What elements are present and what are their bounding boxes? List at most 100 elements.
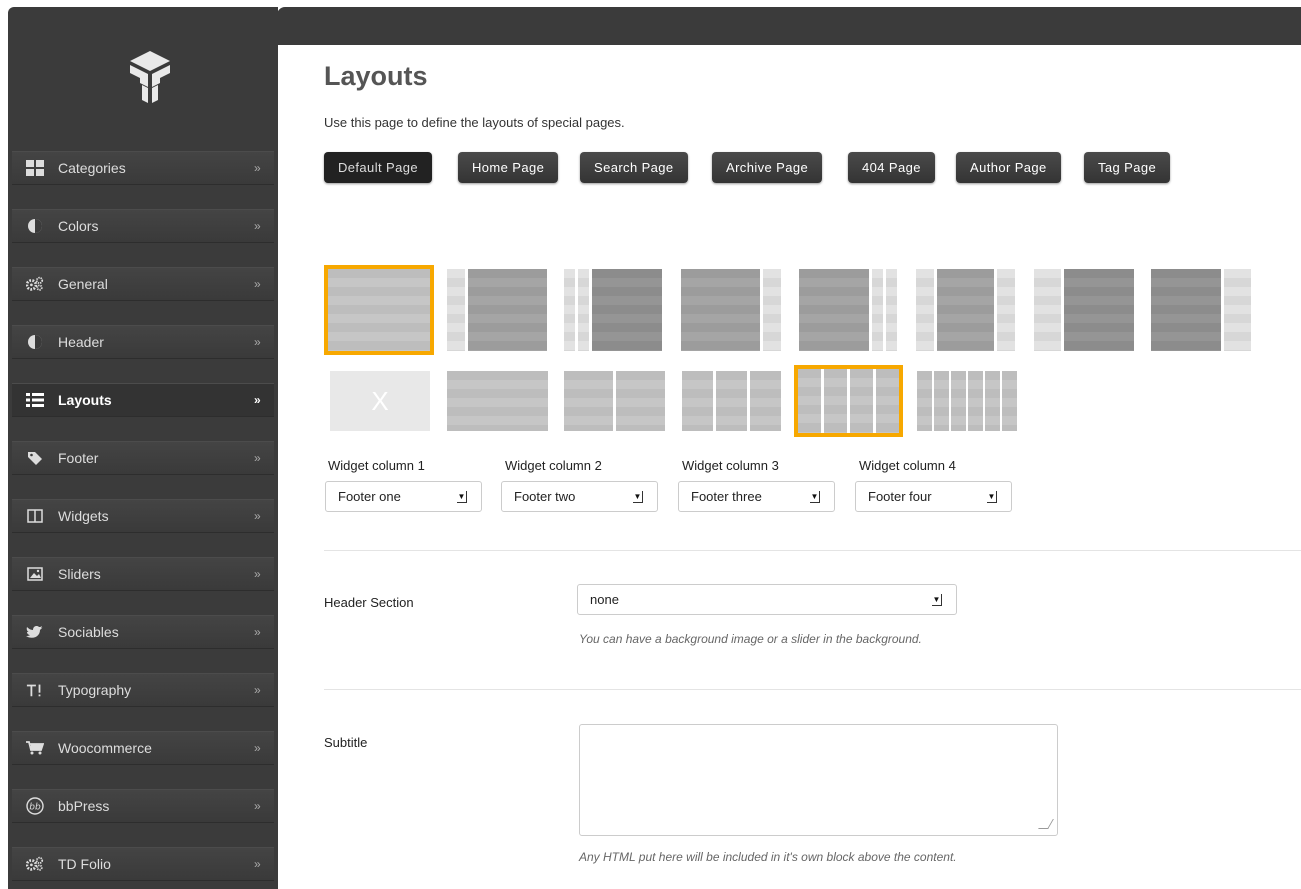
chevron-right-icon: » bbox=[254, 857, 261, 871]
sidebar-item-header[interactable]: Header » bbox=[12, 325, 274, 359]
layout-column bbox=[1002, 371, 1017, 431]
layout-option-both-sidebars[interactable] bbox=[916, 269, 1015, 351]
layout-column bbox=[468, 269, 547, 351]
layout-column bbox=[328, 269, 430, 351]
sidebar-item-label: Header bbox=[58, 334, 104, 350]
tab-default-page[interactable]: Default Page bbox=[324, 152, 432, 183]
layout-column bbox=[564, 371, 613, 431]
header-section-label: Header Section bbox=[324, 595, 414, 610]
layout-option-two-right-sidebars[interactable] bbox=[799, 269, 897, 351]
sidebar-item-label: TD Folio bbox=[58, 856, 111, 872]
layout-option-right-wide-sidebar[interactable] bbox=[1151, 269, 1251, 351]
chevron-right-icon: » bbox=[254, 683, 261, 697]
widget-column-3-select[interactable]: Footer three ▼ bbox=[678, 481, 835, 512]
sidebar-item-label: Colors bbox=[58, 218, 99, 234]
select-value: Footer three bbox=[691, 489, 762, 504]
text-icon bbox=[26, 681, 44, 699]
main-panel: Layouts Use this page to define the layo… bbox=[298, 45, 1301, 889]
contrast-icon bbox=[26, 217, 44, 235]
layout-option-left-wide-sidebar[interactable] bbox=[1034, 269, 1134, 351]
active-pointer bbox=[286, 392, 298, 414]
layout-column bbox=[447, 269, 465, 351]
bird-icon bbox=[26, 623, 44, 641]
layout-column bbox=[997, 269, 1015, 351]
sidebar-item-sliders[interactable]: Sliders » bbox=[12, 557, 274, 591]
sidebar-item-label: Footer bbox=[58, 450, 99, 466]
sidebar-item-woocommerce[interactable]: Woocommerce » bbox=[12, 731, 274, 765]
sidebar-item-bbpress[interactable]: bb bbPress » bbox=[12, 789, 274, 823]
sidebar-item-footer[interactable]: Footer » bbox=[12, 441, 274, 475]
layout-column bbox=[592, 269, 662, 351]
dropdown-arrow-icon: ▼ bbox=[932, 594, 942, 606]
subtitle-textarea[interactable] bbox=[579, 724, 1058, 836]
subtitle-hint: Any HTML put here will be included in it… bbox=[579, 850, 957, 864]
widget-column-1-select[interactable]: Footer one ▼ bbox=[325, 481, 482, 512]
chevron-right-icon: » bbox=[254, 509, 261, 523]
tab-home-page[interactable]: Home Page bbox=[458, 152, 559, 183]
select-value: none bbox=[590, 592, 619, 607]
chevron-right-icon: » bbox=[254, 451, 261, 465]
dropdown-arrow-icon: ▼ bbox=[633, 491, 643, 503]
layout-option-two-left-sidebars[interactable] bbox=[564, 269, 662, 351]
tab-archive-page[interactable]: Archive Page bbox=[712, 152, 823, 183]
header-section-select[interactable]: none ▼ bbox=[577, 584, 957, 615]
chevron-right-icon: » bbox=[254, 567, 261, 581]
dropdown-arrow-icon: ▼ bbox=[457, 491, 467, 503]
chevron-right-icon: » bbox=[254, 799, 261, 813]
sidebar-item-sociables[interactable]: Sociables » bbox=[12, 615, 274, 649]
select-value: Footer two bbox=[514, 489, 576, 504]
grid-icon bbox=[26, 159, 44, 177]
columns-icon bbox=[26, 507, 44, 525]
chevron-right-icon: » bbox=[254, 741, 261, 755]
layout-column bbox=[985, 371, 1000, 431]
sidebar-item-colors[interactable]: Colors » bbox=[12, 209, 274, 243]
sidebar-item-label: Widgets bbox=[58, 508, 109, 524]
layout-option-left-sidebar[interactable] bbox=[447, 269, 547, 351]
tab-search-page[interactable]: Search Page bbox=[580, 152, 688, 183]
chevron-right-icon: » bbox=[254, 625, 261, 639]
select-value: Footer one bbox=[338, 489, 401, 504]
sidebar-item-typography[interactable]: Typography » bbox=[12, 673, 274, 707]
contrast-icon bbox=[26, 333, 44, 351]
layout-column bbox=[716, 371, 747, 431]
footer-option-none[interactable]: X bbox=[330, 371, 430, 431]
layout-column bbox=[917, 371, 932, 431]
layout-column bbox=[937, 269, 994, 351]
widget-column-4-select[interactable]: Footer four ▼ bbox=[855, 481, 1012, 512]
layout-column bbox=[447, 371, 548, 431]
layout-column bbox=[872, 269, 883, 351]
layout-column bbox=[850, 369, 873, 433]
footer-option-four-columns[interactable] bbox=[794, 365, 903, 437]
resize-handle-icon[interactable] bbox=[1038, 819, 1054, 829]
layout-column bbox=[578, 269, 589, 351]
bbpress-icon: bb bbox=[26, 797, 44, 815]
layout-column bbox=[876, 369, 899, 433]
sidebar-item-widgets[interactable]: Widgets » bbox=[12, 499, 274, 533]
tag-icon bbox=[26, 449, 44, 467]
sidebar-item-label: Sliders bbox=[58, 566, 101, 582]
footer-option-three-columns[interactable] bbox=[682, 371, 781, 431]
layout-option-full-width[interactable] bbox=[324, 265, 434, 355]
header-section-hint: You can have a background image or a sli… bbox=[579, 632, 922, 646]
sidebar-item-general[interactable]: General » bbox=[12, 267, 274, 301]
section-divider bbox=[324, 550, 1301, 551]
layout-column bbox=[824, 369, 847, 433]
tab-tag-page[interactable]: Tag Page bbox=[1084, 152, 1171, 183]
footer-option-six-columns[interactable] bbox=[917, 371, 1017, 431]
layout-column bbox=[1064, 269, 1134, 351]
layout-option-right-sidebar[interactable] bbox=[681, 269, 781, 351]
sidebar-item-layouts[interactable]: Layouts » bbox=[12, 383, 274, 417]
list-icon bbox=[26, 391, 44, 409]
layout-column bbox=[798, 369, 821, 433]
sidebar-item-label: Layouts bbox=[58, 392, 112, 408]
footer-option-one-column[interactable] bbox=[447, 371, 548, 431]
layout-column bbox=[934, 371, 949, 431]
sidebar-item-td-folio[interactable]: TD Folio » bbox=[12, 847, 274, 881]
tab-404-page[interactable]: 404 Page bbox=[848, 152, 935, 183]
sidebar-item-categories[interactable]: Categories » bbox=[12, 151, 274, 185]
sidebar-item-label: General bbox=[58, 276, 108, 292]
footer-option-two-columns[interactable] bbox=[564, 371, 665, 431]
widget-column-2-select[interactable]: Footer two ▼ bbox=[501, 481, 658, 512]
tab-author-page[interactable]: Author Page bbox=[956, 152, 1061, 183]
chevron-right-icon: » bbox=[254, 393, 261, 407]
